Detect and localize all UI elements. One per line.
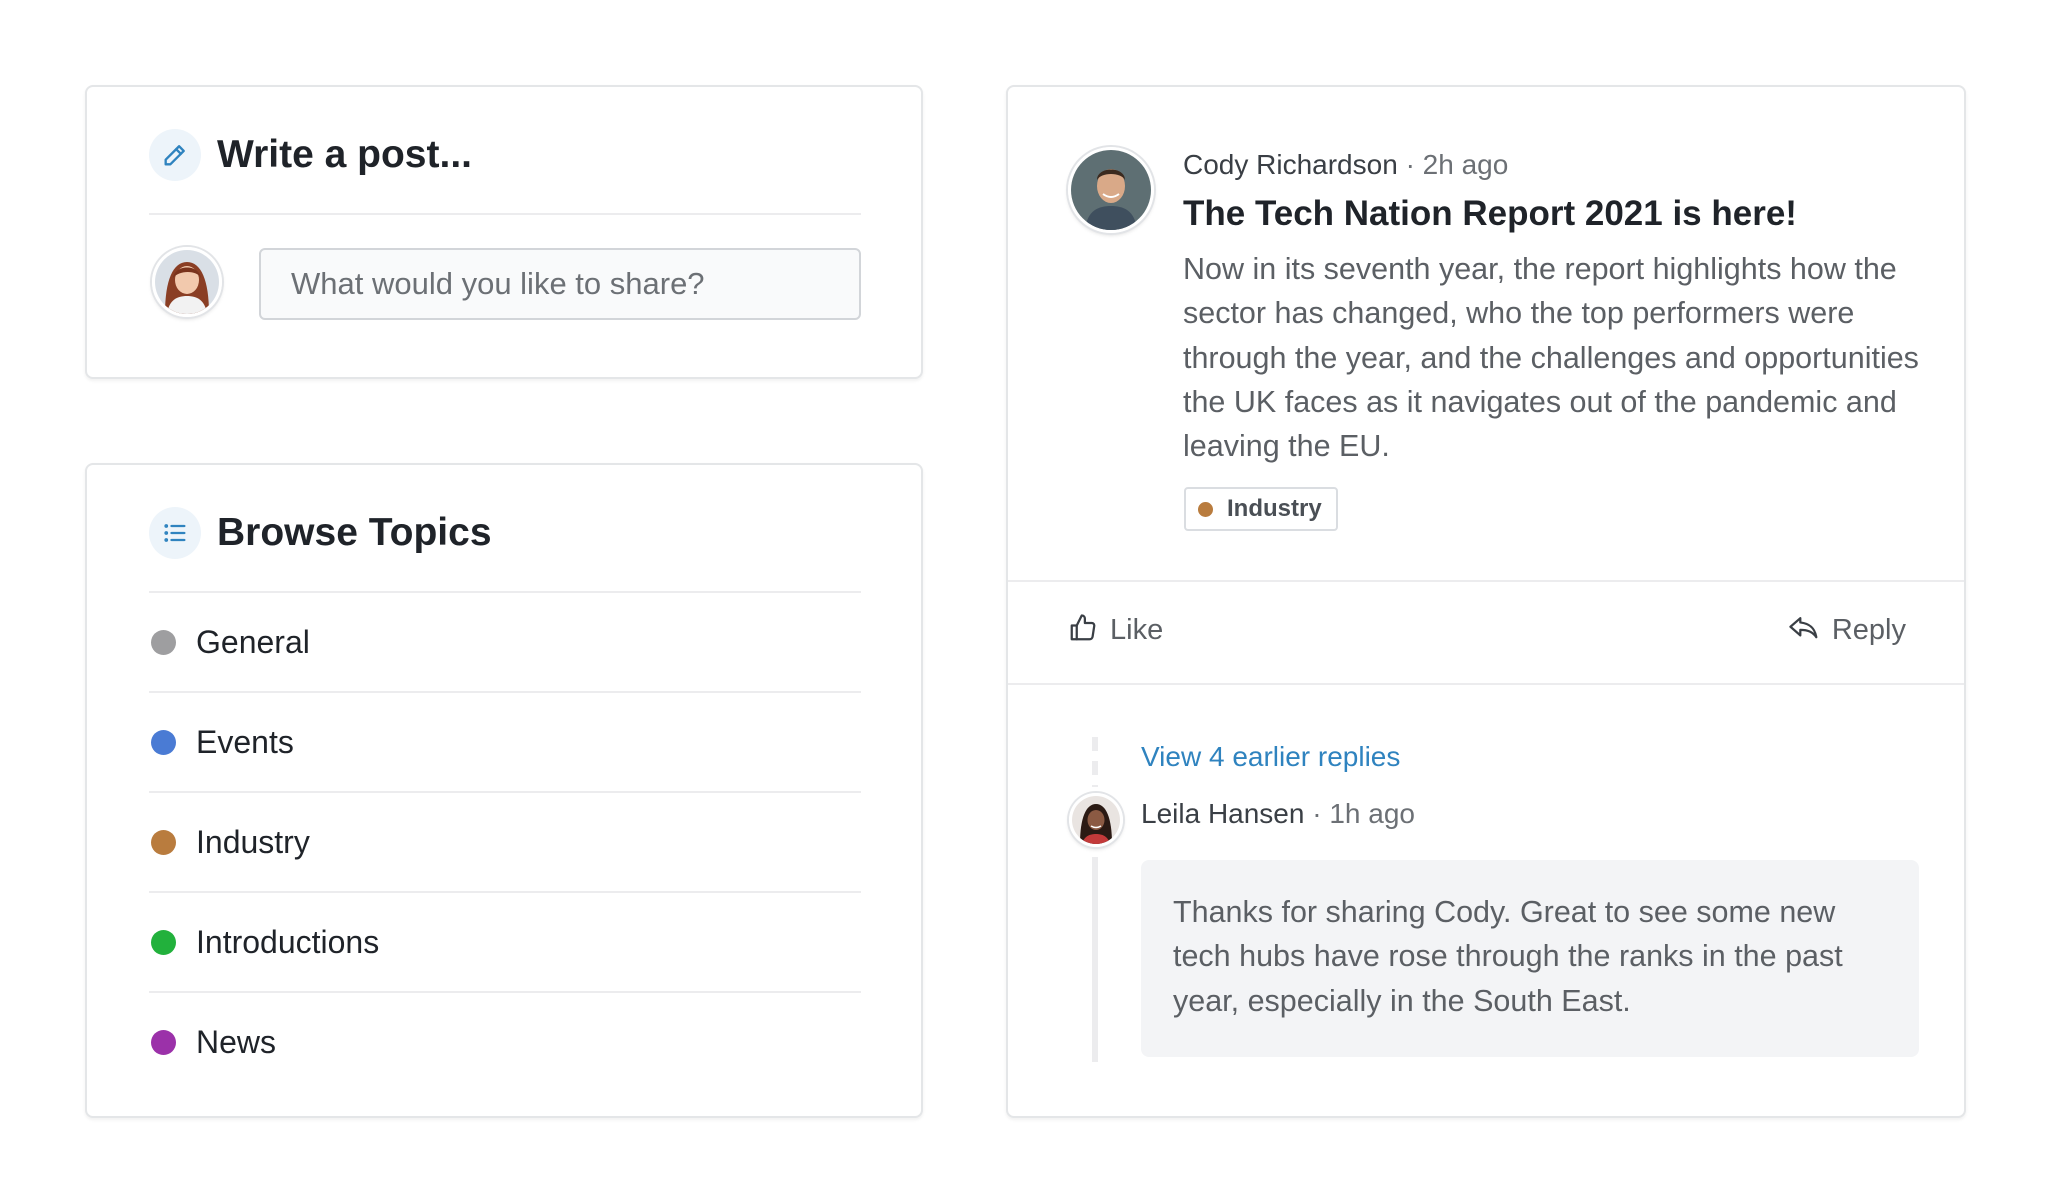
- reply-button[interactable]: Reply: [1788, 613, 1906, 648]
- list-icon: [149, 507, 201, 559]
- view-earlier-replies-link[interactable]: View 4 earlier replies: [1141, 741, 1400, 773]
- post-title[interactable]: The Tech Nation Report 2021 is here!: [1183, 194, 1797, 234]
- topic-label: Introductions: [196, 923, 380, 960]
- reply-timestamp: 1h ago: [1329, 798, 1415, 829]
- pencil-icon: [149, 129, 201, 181]
- divider: [1008, 683, 1964, 685]
- thumbs-up-icon: [1068, 613, 1098, 648]
- tag-color-dot: [1198, 501, 1213, 517]
- topic-color-dot: [151, 929, 176, 955]
- meta-separator: ·: [1312, 798, 1322, 829]
- topic-color-dot: [151, 729, 176, 755]
- topic-label: Events: [196, 723, 294, 760]
- thread-line: [1092, 857, 1098, 1062]
- topic-item-industry[interactable]: Industry: [149, 791, 861, 891]
- reply-author-name[interactable]: Leila Hansen: [1141, 798, 1304, 829]
- topic-label: General: [196, 623, 310, 660]
- write-post-title: Write a post...: [217, 133, 472, 176]
- tag-label: Industry: [1227, 495, 1322, 522]
- post-meta: Cody Richardson · 2h ago: [1183, 149, 1508, 181]
- reply-author-avatar[interactable]: [1069, 793, 1123, 847]
- topic-label: News: [196, 1023, 277, 1060]
- topic-list: General Events Industry Introductions Ne…: [149, 591, 861, 1091]
- like-button[interactable]: Like: [1068, 613, 1163, 648]
- topic-item-general[interactable]: General: [149, 591, 861, 691]
- write-post-card: Write a post...: [85, 85, 923, 379]
- divider: [149, 213, 861, 215]
- topic-label: Industry: [196, 823, 310, 860]
- browse-topics-card: Browse Topics General Events Industry In…: [85, 463, 923, 1118]
- topic-item-events[interactable]: Events: [149, 691, 861, 791]
- topic-color-dot: [151, 1029, 176, 1055]
- post-card: Cody Richardson · 2h ago The Tech Nation…: [1006, 85, 1966, 1118]
- write-post-header: Write a post...: [149, 129, 472, 181]
- reply-arrow-icon: [1788, 613, 1820, 648]
- reply-meta: Leila Hansen · 1h ago: [1141, 798, 1415, 830]
- current-user-avatar: [152, 247, 222, 317]
- divider: [1008, 580, 1964, 582]
- post-tag-badge[interactable]: Industry: [1184, 487, 1338, 531]
- topic-item-news[interactable]: News: [149, 991, 861, 1091]
- post-body: Now in its seventh year, the report high…: [1183, 252, 1919, 464]
- browse-topics-header: Browse Topics: [149, 507, 492, 559]
- thread-line: [1092, 737, 1098, 787]
- reply-label: Reply: [1831, 614, 1906, 646]
- like-label: Like: [1110, 614, 1164, 646]
- reply-bubble: Thanks for sharing Cody. Great to see so…: [1141, 860, 1919, 1057]
- post-author-avatar[interactable]: [1068, 147, 1154, 233]
- post-author-name[interactable]: Cody Richardson: [1183, 149, 1398, 180]
- meta-separator: ·: [1405, 149, 1415, 180]
- post-timestamp: 2h ago: [1422, 149, 1509, 180]
- topic-item-introductions[interactable]: Introductions: [149, 891, 861, 991]
- browse-topics-title: Browse Topics: [217, 511, 492, 554]
- topic-color-dot: [151, 829, 176, 855]
- topic-color-dot: [151, 629, 176, 655]
- share-input[interactable]: [259, 248, 861, 320]
